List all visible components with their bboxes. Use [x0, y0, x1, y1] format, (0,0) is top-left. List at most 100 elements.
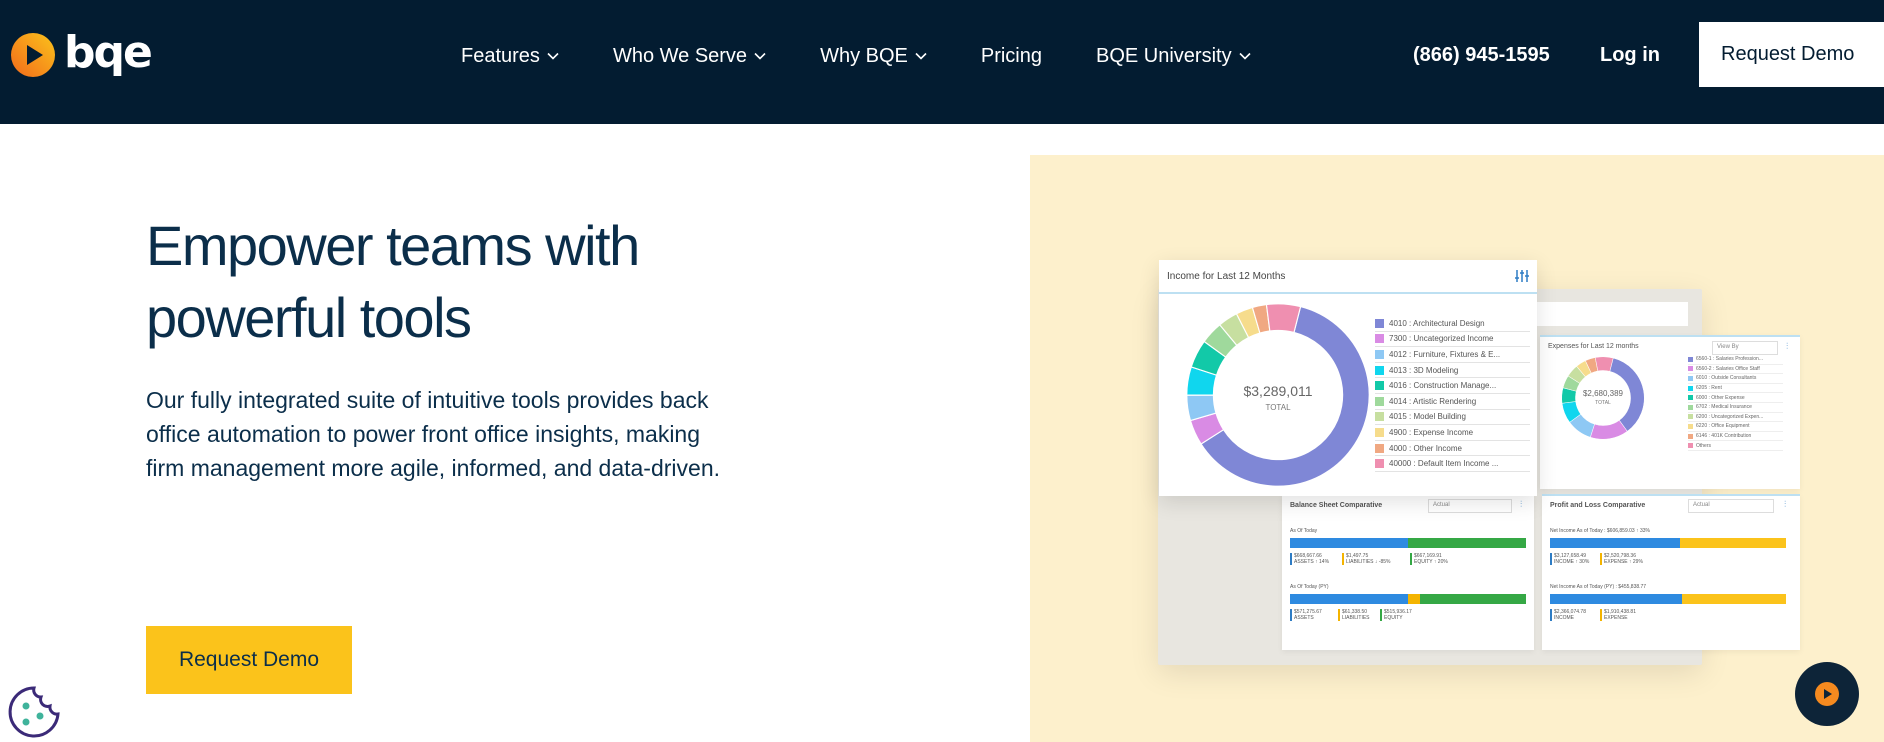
pl-today-income: $3,127,658.49 INCOME ↑ 30% [1550, 553, 1589, 565]
hero-description: Our fully integrated suite of intuitive … [146, 387, 721, 481]
income-card: Income for Last 12 Months $3,289,011 TOT… [1159, 260, 1537, 496]
filter-icon[interactable]: ⫶ [1784, 499, 1786, 510]
nav-who-we-serve[interactable]: Who We Serve [613, 45, 766, 68]
expenses-card: Expenses for Last 12 months View By ⫶ $2… [1540, 335, 1800, 489]
legend-swatch [1375, 349, 1384, 359]
expenses-legend-item: 6702 : Medical Insurance [1688, 403, 1783, 413]
nav-features-label: Features [461, 44, 540, 67]
balance-today-bar [1290, 538, 1526, 548]
legend-swatch [1375, 318, 1384, 328]
legend-swatch [1375, 365, 1384, 375]
main-nav: Features Who We Serve Why BQE Pricing BQ… [461, 0, 1251, 112]
expenses-legend-item: 6146 : 401K Contribution [1688, 432, 1783, 442]
hero-request-demo-button[interactable]: Request Demo [146, 626, 352, 694]
nav-pricing[interactable]: Pricing [981, 45, 1042, 68]
filter-settings-icon[interactable] [1513, 267, 1531, 285]
legend-label: 4015 : Model Building [1389, 412, 1466, 422]
hero-title-line-1: Empower teams with [146, 214, 640, 277]
nav-why-bqe[interactable]: Why BQE [820, 45, 927, 68]
pl-today-expense: $2,520,798.36 EXPENSE ↑ 29% [1600, 553, 1643, 565]
cookie-settings-icon[interactable] [6, 684, 62, 740]
nav-bqe-university[interactable]: BQE University [1096, 45, 1251, 68]
chat-widget-button[interactable] [1795, 662, 1859, 726]
legend-label: 4012 : Furniture, Fixtures & E... [1389, 349, 1501, 359]
legend-swatch [1688, 423, 1693, 429]
expenses-view-select[interactable]: View By [1712, 341, 1778, 355]
profit-loss-card: Profit and Loss Comparative Actual ⫶ Net… [1542, 494, 1800, 650]
nav-features[interactable]: Features [461, 45, 559, 68]
income-legend: 4010 : Architectural Design 7300 : Uncate… [1375, 316, 1530, 472]
chevron-down-icon [915, 52, 927, 60]
expenses-legend-item: 6560-1 : Salaries Profession... [1688, 355, 1783, 365]
profit-loss-select[interactable]: Actual [1688, 499, 1774, 513]
expenses-card-title: Expenses for Last 12 months [1548, 343, 1639, 350]
nav-who-we-serve-label: Who We Serve [612, 44, 748, 67]
income-card-header: Income for Last 12 Months [1159, 260, 1537, 294]
legend-label: 6000 : Other Expense [1696, 394, 1745, 401]
expenses-legend-item: 6560-2 : Salaries Office Staff [1688, 365, 1783, 375]
legend-swatch [1375, 381, 1384, 391]
hero-title-line-2: powerful tools [146, 286, 472, 349]
logo-wordmark: bqe [64, 27, 153, 78]
balance-sheet-select[interactable]: Actual [1428, 499, 1512, 513]
income-legend-item: 4900 : Expense Income [1375, 425, 1530, 441]
income-legend-item: 40000 : Default Item Income ... [1375, 456, 1530, 472]
expenses-legend-item: 6200 : Uncategorized Expen... [1688, 413, 1783, 423]
balance-py-liabilities: $61,338.50 LIABILITIES [1338, 609, 1370, 621]
income-legend-item: 4016 : Construction Manage... [1375, 378, 1530, 394]
legend-swatch [1375, 459, 1384, 469]
income-donut-slice [1265, 303, 1302, 334]
pl-py-income: $2,366,074.78 INCOME [1550, 609, 1586, 621]
legend-label: 7300 : Uncategorized Income [1389, 334, 1494, 344]
filter-icon[interactable]: ⫶ [1786, 341, 1788, 352]
balance-py-assets: $571,275.67 ASSETS [1290, 609, 1322, 621]
login-link[interactable]: Log in [1600, 44, 1660, 67]
legend-label: 4014 : Artistic Rendering [1389, 396, 1477, 406]
legend-swatch [1375, 334, 1384, 344]
balance-py-bar [1290, 594, 1526, 604]
expenses-donut-slice [1594, 356, 1614, 372]
legend-label: 40000 : Default Item Income ... [1389, 459, 1499, 469]
legend-swatch [1688, 414, 1693, 420]
expenses-legend-item: 6010 : Outside Consultants [1688, 374, 1783, 384]
bqe-logo[interactable]: bqe [10, 27, 153, 82]
legend-label: 4016 : Construction Manage... [1389, 381, 1497, 391]
expenses-legend-item: 6205 : Rent [1688, 384, 1783, 394]
income-legend-item: 4014 : Artistic Rendering [1375, 394, 1530, 410]
phone-link[interactable]: (866) 945-1595 [1413, 44, 1550, 67]
header-request-demo-button[interactable]: Request Demo [1699, 22, 1884, 87]
filter-icon[interactable]: ⫶ [1520, 499, 1522, 510]
expenses-legend-item: 6220 : Office Equipment [1688, 422, 1783, 432]
income-total-value: $3,289,011 [1243, 383, 1313, 399]
net-income-today: Net Income As of Today : $606,859.03 ↑ 3… [1550, 528, 1650, 534]
legend-label: 6702 : Medical Insurance [1696, 404, 1752, 411]
income-legend-item: 4010 : Architectural Design [1375, 316, 1530, 332]
income-legend-item: 4012 : Furniture, Fixtures & E... [1375, 347, 1530, 363]
bqe-logo-icon [11, 33, 55, 77]
balance-today-equity: $667,169.91 EQUITY ↑ 20% [1410, 553, 1448, 565]
legend-swatch [1688, 404, 1693, 410]
pl-py-expense: $1,910,438.81 EXPENSE [1600, 609, 1636, 621]
legend-swatch [1375, 427, 1384, 437]
chevron-down-icon [754, 52, 766, 60]
legend-swatch [1688, 366, 1693, 372]
hero-visual-panel: Expenses for Last 12 months View By ⫶ $2… [1030, 155, 1884, 742]
balance-today-liabilities: $1,497.75 LIABILITIES ↓ -85% [1342, 553, 1390, 565]
balance-py-equity: $515,936.17 EQUITY [1380, 609, 1412, 621]
legend-swatch [1688, 385, 1693, 391]
legend-label: 6220 : Office Equipment [1696, 423, 1750, 430]
top-navigation-bar: bqe Features Who We Serve Why BQE Pricin… [0, 0, 1884, 124]
expenses-legend-item: 6000 : Other Expense [1688, 393, 1783, 403]
legend-label: 6205 : Rent [1696, 385, 1722, 392]
balance-sheet-title: Balance Sheet Comparative [1290, 502, 1383, 509]
legend-label: 4010 : Architectural Design [1389, 318, 1485, 328]
income-card-title: Income for Last 12 Months [1167, 271, 1286, 282]
legend-label: Others [1696, 442, 1712, 449]
balance-as-of-py: As Of Today (PY) [1290, 584, 1329, 590]
legend-swatch [1375, 443, 1384, 453]
balance-as-of-today: As Of Today [1290, 528, 1318, 534]
legend-swatch [1688, 356, 1693, 362]
nav-why-bqe-label: Why BQE [820, 44, 908, 67]
legend-label: 4013 : 3D Modeling [1389, 365, 1459, 375]
balance-sheet-card: Balance Sheet Comparative Actual ⫶ As Of… [1282, 494, 1534, 650]
